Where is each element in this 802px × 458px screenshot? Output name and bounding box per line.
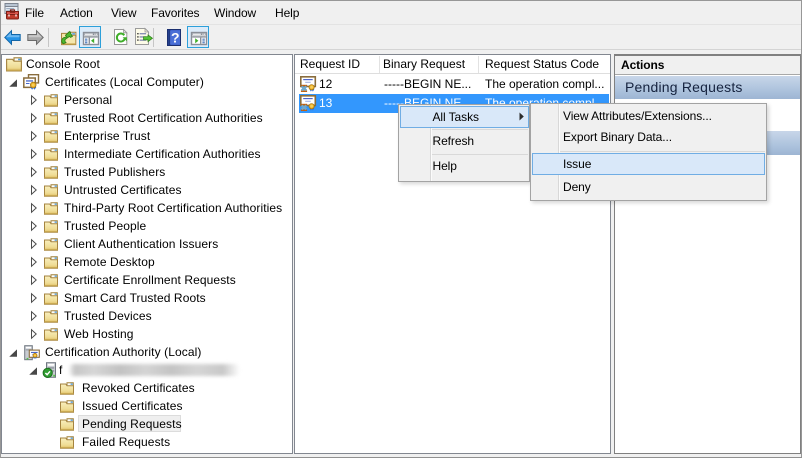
svg-text:?: ? [171, 30, 180, 46]
